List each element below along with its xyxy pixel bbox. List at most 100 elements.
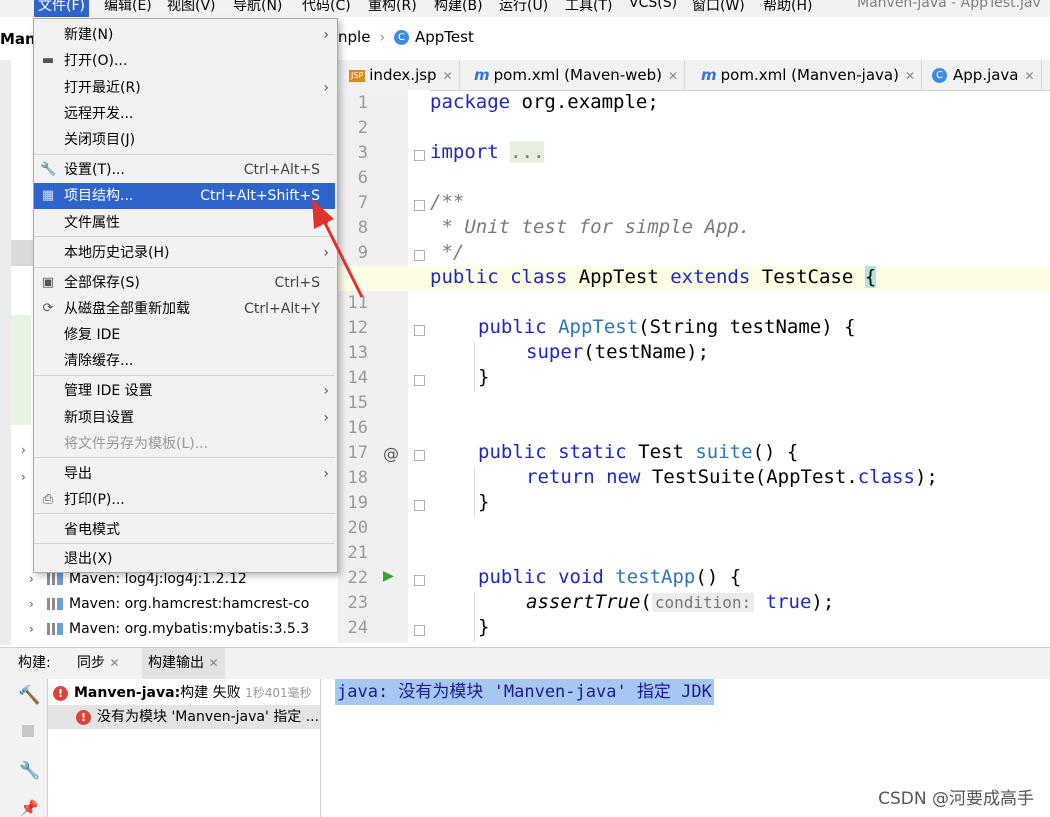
code-line[interactable]: } bbox=[478, 366, 489, 388]
code-line[interactable]: } bbox=[478, 616, 489, 638]
chevron-right-icon[interactable]: › bbox=[29, 592, 47, 617]
build-output-text[interactable]: java: 没有为模块 'Manven-java' 指定 JDK bbox=[335, 679, 714, 705]
close-icon[interactable]: ✕ bbox=[1025, 69, 1035, 83]
menu-edit[interactable]: 编辑(E) bbox=[104, 0, 152, 15]
fold-icon[interactable] bbox=[414, 375, 425, 386]
menu-navigate[interactable]: 导航(N) bbox=[233, 0, 282, 15]
method-name: AppTest bbox=[558, 316, 639, 338]
menu-tools[interactable]: 工具(T) bbox=[565, 0, 612, 15]
menu-code[interactable]: 代码(C) bbox=[302, 0, 351, 15]
tab-index-jsp[interactable]: JSP index.jsp ✕ bbox=[343, 60, 460, 90]
code-line[interactable]: */ bbox=[430, 241, 464, 263]
menu-item-label: 新建(N) bbox=[64, 27, 114, 43]
menu-item-label: 全部保存(S) bbox=[64, 275, 140, 291]
tab-build-output[interactable]: 构建输出 ✕ bbox=[142, 648, 225, 679]
menu-item-export[interactable]: 导出 › bbox=[34, 461, 335, 487]
menu-view[interactable]: 视图(V) bbox=[167, 0, 216, 15]
tab-app-java[interactable]: C App.java ✕ bbox=[926, 60, 1042, 90]
run-test-icon[interactable]: ▶ bbox=[383, 568, 394, 584]
menu-item-print[interactable]: ⎙ 打印(P)... bbox=[34, 487, 335, 513]
folded-imports[interactable]: ... bbox=[510, 141, 545, 163]
code-text: org.example; bbox=[510, 91, 659, 113]
tab-sync[interactable]: 同步 ✕ bbox=[77, 648, 120, 679]
menu-item-project-structure[interactable]: ▦ 项目结构... Ctrl+Alt+Shift+S bbox=[34, 183, 335, 209]
hammer-icon[interactable]: 🔨 bbox=[18, 685, 40, 706]
menu-item-label: 导出 bbox=[64, 466, 92, 482]
build-actions-strip: 🔨 🔧 📌 bbox=[0, 679, 48, 817]
menu-item-settings[interactable]: 🔧 设置(T)... Ctrl+Alt+S bbox=[34, 157, 335, 183]
code-line[interactable]: } bbox=[478, 491, 489, 513]
tab-pom-manven-java[interactable]: m pom.xml (Manven-java) ✕ bbox=[695, 60, 923, 90]
tab-label: pom.xml (Maven-web) bbox=[493, 66, 663, 84]
menu-bar: 文件(F) 编辑(E) 视图(V) 导航(N) 代码(C) 重构(R) 构建(B… bbox=[0, 0, 1050, 17]
menu-help[interactable]: 帮助(H) bbox=[763, 0, 812, 15]
fold-icon[interactable] bbox=[414, 575, 425, 586]
menu-item-label: 清除缓存... bbox=[64, 353, 134, 369]
fold-icon[interactable] bbox=[414, 450, 425, 461]
code-line[interactable]: public class AppTest extends TestCase { bbox=[430, 266, 877, 288]
pin-icon[interactable]: 📌 bbox=[20, 799, 39, 817]
fold-icon[interactable] bbox=[414, 200, 425, 211]
watermark: CSDN @河要成高手 bbox=[878, 789, 1034, 809]
build-tree-child[interactable]: ! 没有为模块 'Manven-java' 指定 ... bbox=[48, 705, 320, 729]
menu-vcs[interactable]: VCS(S) bbox=[629, 0, 677, 11]
override-at-icon[interactable]: @ bbox=[383, 444, 399, 463]
build-project-name: Manven-java: bbox=[74, 685, 181, 701]
keyword: return new bbox=[526, 466, 641, 488]
code-line[interactable]: package org.example; bbox=[430, 91, 659, 113]
code-line[interactable]: * Unit test for simple App. bbox=[430, 216, 750, 238]
chevron-right-icon[interactable]: › bbox=[21, 470, 26, 484]
fold-icon[interactable] bbox=[414, 250, 425, 261]
menu-item-new[interactable]: 新建(N) › bbox=[34, 22, 335, 48]
stop-icon[interactable] bbox=[22, 725, 34, 737]
menu-item-open[interactable]: ▬ 打开(O)... bbox=[34, 48, 335, 74]
menu-item-new-project-settings[interactable]: 新项目设置 › bbox=[34, 405, 335, 431]
menu-item-close-project[interactable]: 关闭项目(J) bbox=[34, 127, 335, 153]
breadcrumb-class[interactable]: AppTest bbox=[415, 28, 474, 46]
menu-item-repair-ide[interactable]: 修复 IDE bbox=[34, 322, 335, 348]
menu-run[interactable]: 运行(U) bbox=[499, 0, 548, 15]
code-line[interactable]: public AppTest(String testName) { bbox=[478, 316, 856, 338]
code-text: ); bbox=[914, 466, 938, 488]
code-line[interactable]: assertTrue(condition: true); bbox=[526, 591, 834, 613]
fold-icon[interactable] bbox=[414, 325, 425, 336]
menu-item-invalidate-caches[interactable]: 清除缓存... bbox=[34, 348, 335, 374]
close-icon[interactable]: ✕ bbox=[905, 69, 915, 83]
build-tree-root[interactable]: ! Manven-java:构建 失败 1秒401毫秒 bbox=[53, 681, 320, 705]
close-icon[interactable]: ✕ bbox=[109, 656, 119, 670]
menu-refactor[interactable]: 重构(R) bbox=[368, 0, 417, 15]
breadcrumb-package[interactable]: nple bbox=[338, 28, 370, 46]
tree-item[interactable]: › Maven: org.mybatis:mybatis:3.5.3 bbox=[29, 617, 309, 642]
tab-pom-maven-web[interactable]: m pom.xml (Maven-web) ✕ bbox=[468, 60, 686, 90]
fold-icon[interactable] bbox=[414, 625, 425, 636]
tree-item[interactable]: › Maven: org.hamcrest:hamcrest-co bbox=[29, 592, 309, 617]
menu-item-remote-dev[interactable]: 远程开发... bbox=[34, 101, 335, 127]
fold-icon[interactable] bbox=[414, 500, 425, 511]
code-line[interactable]: public void testApp() { bbox=[478, 566, 741, 588]
window-title: Manven-java - AppTest.jav bbox=[857, 0, 1041, 11]
tree-item-label: Maven: org.hamcrest:hamcrest-co bbox=[69, 596, 310, 612]
close-icon[interactable]: ✕ bbox=[208, 656, 218, 670]
menu-build[interactable]: 构建(B) bbox=[434, 0, 483, 15]
menu-item-reload-all[interactable]: ⟳ 从磁盘全部重新加载 Ctrl+Alt+Y bbox=[34, 296, 335, 322]
menu-window[interactable]: 窗口(W) bbox=[692, 0, 745, 15]
code-line[interactable]: super(testName); bbox=[526, 341, 709, 363]
code-line[interactable]: return new TestSuite(AppTest.class); bbox=[526, 466, 938, 488]
code-line[interactable]: /** bbox=[430, 191, 464, 213]
code-line[interactable]: public static Test suite() { bbox=[478, 441, 798, 463]
menu-item-file-properties[interactable]: 文件属性› bbox=[34, 210, 335, 236]
close-icon[interactable]: ✕ bbox=[668, 69, 678, 83]
menu-item-open-recent[interactable]: 打开最近(R) › bbox=[34, 75, 335, 101]
close-icon[interactable]: ✕ bbox=[443, 69, 453, 83]
menu-file[interactable]: 文件(F) bbox=[34, 0, 89, 17]
code-line[interactable]: import ... bbox=[430, 141, 545, 163]
menu-item-exit[interactable]: 退出(X) bbox=[34, 546, 335, 572]
chevron-right-icon[interactable]: › bbox=[29, 617, 47, 642]
menu-item-manage-ide-settings[interactable]: 管理 IDE 设置 › bbox=[34, 378, 335, 404]
menu-item-power-save[interactable]: 省电模式 bbox=[34, 517, 335, 543]
menu-item-save-all[interactable]: ▣ 全部保存(S) Ctrl+S bbox=[34, 270, 335, 296]
chevron-right-icon[interactable]: › bbox=[21, 443, 26, 457]
fold-icon[interactable] bbox=[414, 150, 425, 161]
menu-item-local-history[interactable]: 本地历史记录(H) › bbox=[34, 240, 335, 266]
wrench-icon[interactable]: 🔧 bbox=[19, 761, 40, 781]
